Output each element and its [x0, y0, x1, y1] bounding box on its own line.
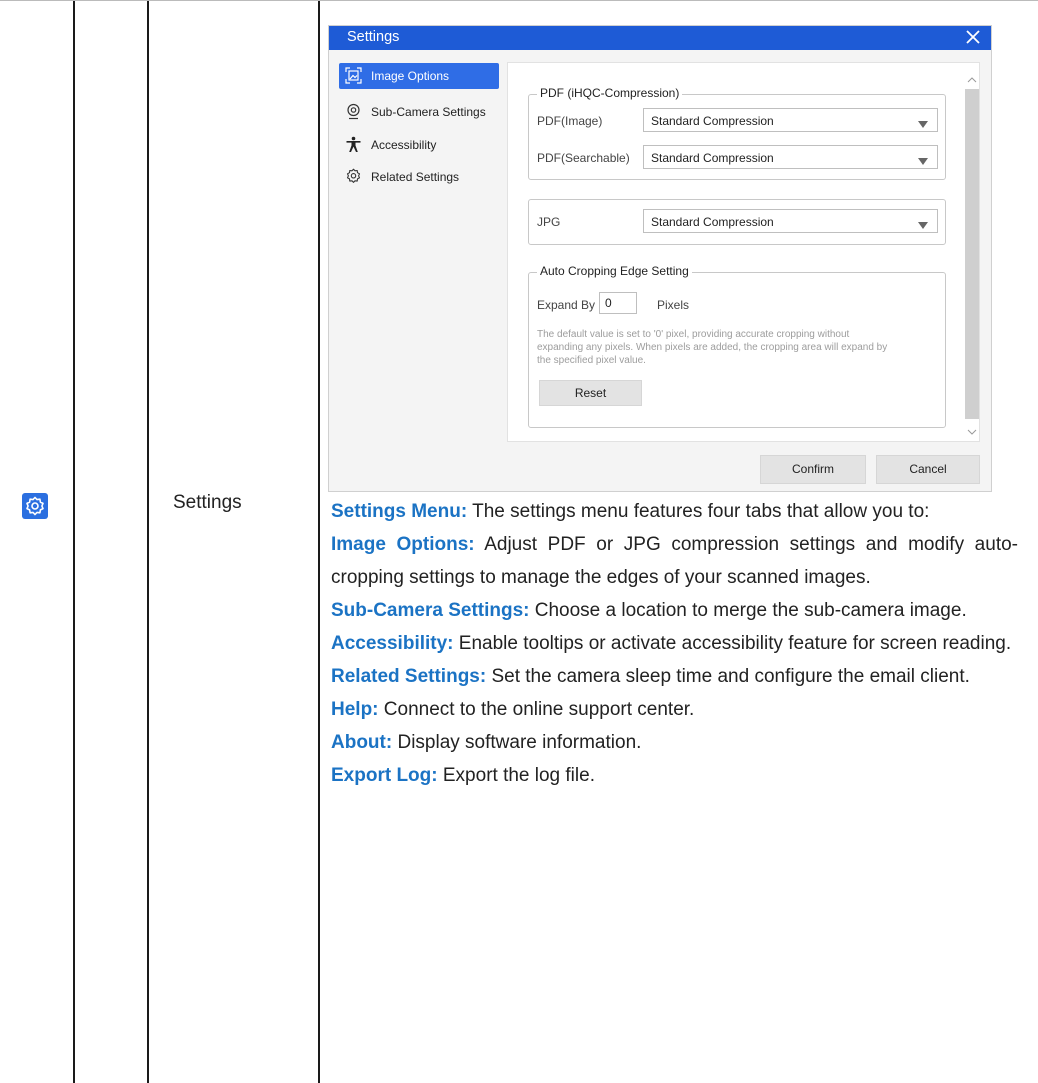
description-paragraph: Export Log: Export the log file.: [331, 759, 1018, 792]
select-value: Standard Compression: [651, 215, 774, 229]
auto-cropping-group: Auto Cropping Edge Setting Expand By 0 P…: [528, 264, 946, 428]
pdf-searchable-label: PDF(Searchable): [537, 151, 630, 165]
description-paragraph: Settings Menu: The settings menu feature…: [331, 495, 1018, 528]
pixels-unit-label: Pixels: [657, 298, 690, 312]
description-paragraph: Accessibility: Enable tooltips or activa…: [331, 627, 1018, 660]
description-paragraph: Related Settings: Set the camera sleep t…: [331, 660, 1018, 693]
description-term: Help:: [331, 699, 379, 720]
description-text: Export the log file.: [437, 765, 595, 786]
caret-down-icon: [918, 117, 928, 128]
dialog-title-bar: Settings: [329, 26, 991, 50]
group-legend: PDF (iHQC-Compression): [537, 86, 683, 100]
accessibility-person-icon: [345, 136, 362, 153]
select-value: Standard Compression: [651, 114, 774, 128]
scroll-up-icon[interactable]: [967, 71, 977, 83]
crop-hint-line: The default value is set to '0' pixel, p…: [537, 329, 850, 340]
nav-item-accessibility[interactable]: Accessibility: [339, 132, 499, 158]
dialog-title: Settings: [347, 29, 400, 45]
description-text: Connect to the online support center.: [378, 699, 695, 720]
description-term: Accessibility:: [331, 633, 454, 654]
close-icon[interactable]: [963, 27, 983, 47]
scroll-thumb[interactable]: [965, 89, 979, 419]
image-crop-icon: [345, 67, 362, 84]
caret-down-icon: [918, 218, 928, 229]
settings-description: Settings Menu: The settings menu feature…: [331, 495, 1018, 792]
pdf-searchable-select[interactable]: Standard Compression: [643, 145, 938, 169]
jpg-label: JPG: [537, 215, 561, 229]
description-term: About:: [331, 732, 393, 753]
gear-icon: [22, 493, 48, 519]
nav-item-label: Accessibility: [371, 138, 437, 152]
expand-by-input[interactable]: 0: [599, 292, 637, 314]
nav-item-sub-camera-settings[interactable]: Sub-Camera Settings: [339, 99, 499, 125]
caret-down-icon: [918, 154, 928, 165]
settings-dialog: Settings Image Options Sub-Camera Settin…: [328, 25, 992, 492]
table-column-divider: [147, 0, 149, 1083]
nav-item-related-settings[interactable]: Related Settings: [339, 164, 499, 190]
description-text: The settings menu features four tabs tha…: [467, 501, 930, 522]
description-term: Related Settings:: [331, 666, 487, 687]
table-column-divider: [73, 0, 75, 1083]
description-term: Image Options:: [331, 534, 475, 555]
gear-icon: [345, 168, 362, 185]
table-column-divider: [318, 0, 320, 1083]
nav-item-image-options[interactable]: Image Options: [339, 63, 499, 89]
nav-item-label: Image Options: [371, 69, 450, 83]
expand-by-label: Expand By: [537, 298, 596, 312]
description-paragraph: Sub-Camera Settings: Choose a location t…: [331, 594, 1018, 627]
select-value: Standard Compression: [651, 151, 774, 165]
jpg-compression-group: JPG Standard Compression: [528, 199, 946, 245]
description-paragraph: Help: Connect to the online support cent…: [331, 693, 1018, 726]
description-term: Export Log:: [331, 765, 438, 786]
description-term: Settings Menu:: [331, 501, 468, 522]
description-text: Display software information.: [392, 732, 642, 753]
pdf-compression-group: PDF (iHQC-Compression) PDF(Image) Standa…: [528, 86, 946, 180]
pdf-image-label: PDF(Image): [537, 114, 603, 128]
crop-hint-line: expanding any pixels. When pixels are ad…: [537, 342, 888, 353]
confirm-button[interactable]: Confirm: [760, 455, 866, 484]
scrollbar[interactable]: [963, 71, 979, 435]
group-legend: Auto Cropping Edge Setting: [537, 264, 692, 278]
description-paragraph: Image Options: Adjust PDF or JPG compres…: [331, 528, 1018, 594]
nav-item-label: Sub-Camera Settings: [371, 105, 486, 119]
jpg-select[interactable]: Standard Compression: [643, 209, 938, 233]
reset-button[interactable]: Reset: [539, 380, 642, 406]
scroll-down-icon[interactable]: [967, 423, 977, 435]
description-text: Enable tooltips or activate accessibilit…: [453, 633, 1012, 654]
description-paragraph: About: Display software information.: [331, 726, 1018, 759]
description-term: Sub-Camera Settings:: [331, 600, 530, 621]
description-text: Choose a location to merge the sub-camer…: [529, 600, 967, 621]
cancel-button[interactable]: Cancel: [876, 455, 980, 484]
nav-item-label: Related Settings: [371, 170, 460, 184]
table-top-border: [0, 0, 1038, 1]
image-options-panel: PDF (iHQC-Compression) PDF(Image) Standa…: [507, 62, 980, 442]
webcam-icon: [345, 103, 362, 120]
crop-hint-line: the specified pixel value.: [537, 355, 646, 366]
feature-name: Settings: [173, 492, 242, 513]
description-text: Set the camera sleep time and configure …: [486, 666, 970, 687]
pdf-image-select[interactable]: Standard Compression: [643, 108, 938, 132]
